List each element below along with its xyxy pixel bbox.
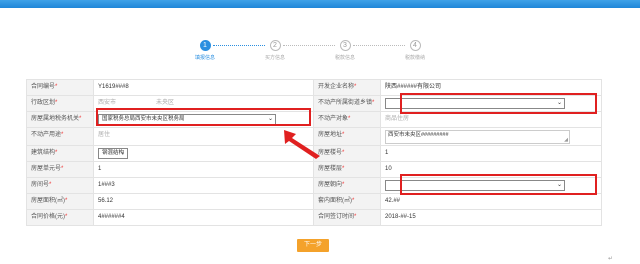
sign-date-label: 合同签订时间* (314, 210, 381, 226)
chevron-down-icon: ⌄ (119, 150, 125, 156)
property-object-value: 商品住房 (381, 112, 602, 128)
step-4: 4 税款缴纳 (395, 40, 435, 61)
building-no-value: 1 (381, 146, 602, 162)
step-4-label: 税款缴纳 (404, 55, 425, 61)
highlight-box-street (400, 93, 597, 114)
room-no-label: 房间号* (27, 178, 94, 194)
top-header-bar (0, 0, 640, 8)
tax-authority-label: 房屋属地税务机关* (27, 112, 94, 128)
step-3-label: 税款信息 (334, 55, 355, 61)
area-value: 56.12 (94, 194, 314, 210)
progress-steps: 1 填报信息 2 买方信息 3 税款信息 4 税款缴纳 (192, 40, 425, 66)
address-textarea[interactable]: 西安市未央区######### ◢ (385, 130, 570, 144)
step-4-number: 4 (409, 40, 421, 51)
district-city: 西安市 (98, 100, 117, 106)
orientation-label: 房屋朝向* (314, 178, 381, 194)
highlight-box-orientation (400, 174, 597, 195)
district-area: 未央区 (156, 100, 175, 106)
area-label: 房屋面积(㎡)* (27, 194, 94, 210)
street-label: 不动产所属街道乡镇* (314, 96, 381, 112)
room-no-value: 1###3 (94, 178, 314, 194)
step-1: 1 填报信息 (185, 40, 225, 61)
structure-label: 建筑结构* (27, 146, 94, 162)
building-no-label: 房屋楼号* (314, 146, 381, 162)
step-3: 3 税款信息 (325, 40, 365, 61)
resize-grip-icon: ◢ (564, 137, 568, 143)
next-button[interactable]: 下一步 (297, 239, 329, 252)
contract-no-label: 合同编号* (27, 80, 94, 96)
unit-no-value: 1 (94, 162, 314, 178)
unit-no-label: 房屋单元号* (27, 162, 94, 178)
usage-label: 不动产用途* (27, 128, 94, 146)
developer-label: 开发企业名称* (314, 80, 381, 96)
district-label: 行政区划* (27, 96, 94, 112)
step-1-label: 填报信息 (194, 55, 215, 61)
form-row: 合同价格(元)* 4######4 合同签订时间* 2018-##-15 (27, 210, 602, 226)
price-value: 4######4 (94, 210, 314, 226)
form-row: 房屋面积(㎡)* 56.12 套内面积(㎡)* 42.## (27, 194, 602, 210)
step-2-number: 2 (269, 40, 281, 51)
address-cell: 西安市未央区######### ◢ (381, 128, 602, 146)
property-object-label: 不动产对象* (314, 112, 381, 128)
inner-area-label: 套内面积(㎡)* (314, 194, 381, 210)
floor-label: 房屋楼层* (314, 162, 381, 178)
inner-area-value: 42.## (381, 194, 602, 210)
contract-no-value: Y1619###8 (94, 80, 314, 96)
sign-date-value: 2018-##-15 (381, 210, 602, 226)
structure-select[interactable]: 钢混结构 ⌄ (98, 148, 128, 159)
price-label: 合同价格(元)* (27, 210, 94, 226)
address-label: 房屋地址* (314, 128, 381, 146)
return-mark: ↵ (608, 256, 614, 262)
step-3-number: 3 (339, 40, 351, 51)
step-2-label: 买方信息 (264, 55, 285, 61)
arrow-annotation-icon (284, 130, 320, 159)
step-2: 2 买方信息 (255, 40, 295, 61)
step-1-number: 1 (199, 40, 211, 51)
highlight-box-tax-authority (96, 108, 311, 126)
